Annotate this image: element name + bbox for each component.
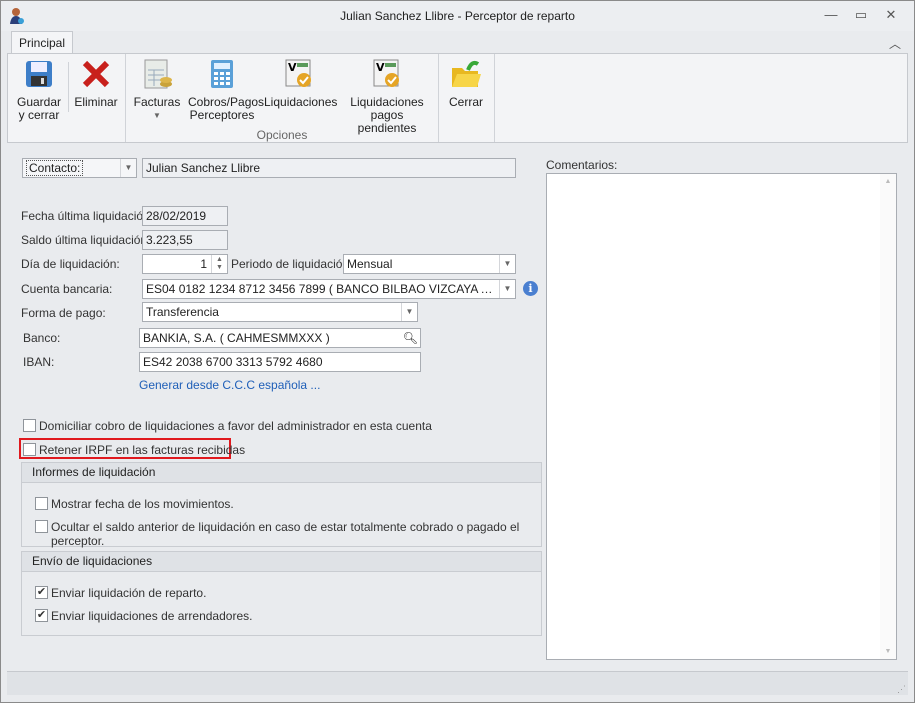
informes-group-title: Informes de liquidación: [22, 463, 541, 483]
informes-group: Informes de liquidación Mostrar fecha de…: [21, 462, 542, 548]
calculator-icon: [206, 58, 238, 92]
certificate-icon: V: [283, 58, 315, 92]
certificate-icon: V: [371, 58, 403, 92]
envio-group-title: Envío de liquidaciones: [22, 552, 541, 572]
chevron-down-icon: ▼: [499, 280, 515, 298]
close-window-button[interactable]: ✕: [881, 7, 901, 25]
group-label-opciones: Opciones: [256, 128, 308, 142]
retener-irpf-label: Retener IRPF en las facturas recibidas: [39, 443, 246, 457]
chevron-down-icon: ▼: [499, 255, 515, 273]
save-label-line2: y cerrar: [18, 108, 60, 122]
open-folder-arrow-icon: [450, 58, 482, 92]
invoices-label: Facturas: [133, 95, 181, 109]
restore-button[interactable]: ▭: [851, 7, 871, 25]
contact-type-value: Contacto:: [26, 160, 84, 176]
delete-button[interactable]: Eliminar: [72, 58, 120, 109]
period-label: Periodo de liquidación:: [231, 257, 353, 271]
comments-label: Comentarios:: [546, 158, 618, 172]
show-dates-label: Mostrar fecha de los movimientos.: [51, 497, 234, 511]
envio-group: Envío de liquidaciones ✔ Enviar liquidac…: [21, 551, 542, 636]
last-date-label: Fecha última liquidación:: [21, 209, 154, 223]
spinner-arrows-icon[interactable]: ▲ ▼: [211, 255, 227, 273]
bank-label: Banco:: [23, 331, 61, 345]
account-value: ES04 0182 1234 8712 3456 7899 ( BANCO BI…: [146, 282, 516, 296]
show-dates-checkbox[interactable]: [35, 497, 48, 510]
tab-principal[interactable]: Principal: [11, 31, 73, 54]
invoices-button[interactable]: Facturas ▼: [132, 58, 182, 122]
retener-irpf-checkbox[interactable]: [23, 443, 36, 456]
scroll-down-icon[interactable]: ▼: [880, 648, 896, 655]
contact-name-field: Julian Sanchez Llibre: [142, 158, 516, 178]
collapse-ribbon-icon[interactable]: ︿: [889, 35, 901, 52]
settlements-button[interactable]: V Liquidaciones: [264, 58, 338, 109]
iban-label: IBAN:: [23, 355, 55, 369]
payment-value: Transferencia: [146, 305, 219, 319]
domiciliar-checkbox[interactable]: [23, 419, 36, 432]
iban-field[interactable]: ES42 2038 6700 3313 5792 4680: [139, 352, 421, 372]
chevron-down-icon: ▼: [120, 159, 136, 177]
period-dropdown[interactable]: Mensual ▼: [343, 254, 516, 274]
day-spinner[interactable]: 1 ▲ ▼: [142, 254, 228, 274]
pending-settlements-button[interactable]: V Liquidaciones pagos pendientes: [340, 58, 434, 135]
period-value: Mensual: [347, 257, 393, 271]
payments-label-line2: Perceptores: [189, 108, 255, 122]
settlements-label: Liquidaciones: [264, 95, 338, 109]
day-value: 1: [200, 257, 207, 271]
chevron-down-icon: ▼: [401, 303, 417, 321]
payment-label: Forma de pago:: [21, 306, 106, 320]
resize-grip-icon[interactable]: ⋰: [897, 684, 906, 695]
group-separator: [438, 54, 439, 142]
comments-textarea[interactable]: ▲ ▼: [546, 173, 897, 660]
send-distribution-checkbox[interactable]: ✔: [35, 586, 48, 599]
hide-balance-label: Ocultar el saldo anterior de liquidación…: [51, 520, 520, 548]
perceptor-window: Julian Sanchez Llibre - Perceptor de rep…: [0, 0, 915, 703]
payment-dropdown[interactable]: Transferencia ▼: [142, 302, 418, 322]
bank-value: BANKIA, S.A. ( CAHMESMMXXX ): [143, 331, 330, 345]
separator: [68, 62, 69, 112]
bank-field[interactable]: BANKIA, S.A. ( CAHMESMMXXX ) 🔍︎: [139, 328, 421, 348]
last-date-field: 28/02/2019: [142, 206, 228, 226]
contact-type-dropdown[interactable]: Contacto: ▼: [22, 158, 137, 178]
info-icon[interactable]: i: [523, 281, 538, 296]
dropdown-arrow-icon: ▼: [153, 111, 161, 120]
save-close-button[interactable]: Guardar y cerrar: [14, 58, 64, 122]
svg-text:V: V: [376, 61, 385, 74]
window-title: Julian Sanchez Llibre - Perceptor de rep…: [340, 9, 575, 23]
group-separator: [494, 54, 495, 142]
magnifier-search-icon[interactable]: 🔍︎: [403, 329, 418, 347]
send-landlords-label: Enviar liquidaciones de arrendadores.: [51, 609, 253, 623]
last-balance-field: 3.223,55: [142, 230, 228, 250]
status-bar: ⋰: [7, 671, 908, 695]
ribbon: Guardar y cerrar Eliminar Facturas ▼ Cob…: [7, 53, 908, 143]
domiciliar-label: Domiciliar cobro de liquidaciones a favo…: [39, 419, 432, 433]
delete-label: Eliminar: [74, 95, 118, 109]
last-balance-label: Saldo última liquidación:: [21, 233, 151, 247]
send-distribution-label: Enviar liquidación de reparto.: [51, 586, 207, 600]
minimize-button[interactable]: —: [821, 7, 841, 25]
comments-scrollbar[interactable]: ▲ ▼: [880, 174, 896, 659]
title-bar: Julian Sanchez Llibre - Perceptor de rep…: [1, 1, 914, 31]
account-dropdown[interactable]: ES04 0182 1234 8712 3456 7899 ( BANCO BI…: [142, 279, 516, 299]
scroll-up-icon[interactable]: ▲: [880, 178, 896, 185]
svg-text:V: V: [288, 61, 297, 74]
send-landlords-checkbox[interactable]: ✔: [35, 609, 48, 622]
payments-button[interactable]: Cobros/Pagos Perceptores: [188, 58, 264, 122]
floppy-disk-icon: [23, 58, 55, 92]
close-button[interactable]: Cerrar: [444, 58, 488, 109]
day-label: Día de liquidación:: [21, 257, 120, 271]
close-label: Cerrar: [448, 95, 483, 109]
invoice-coins-icon: [141, 58, 173, 92]
generate-from-ccc-link[interactable]: Generar desde C.C.C española ...: [139, 378, 320, 392]
account-label: Cuenta bancaria:: [21, 282, 113, 296]
red-x-icon: [80, 58, 112, 92]
hide-balance-checkbox[interactable]: [35, 520, 48, 533]
